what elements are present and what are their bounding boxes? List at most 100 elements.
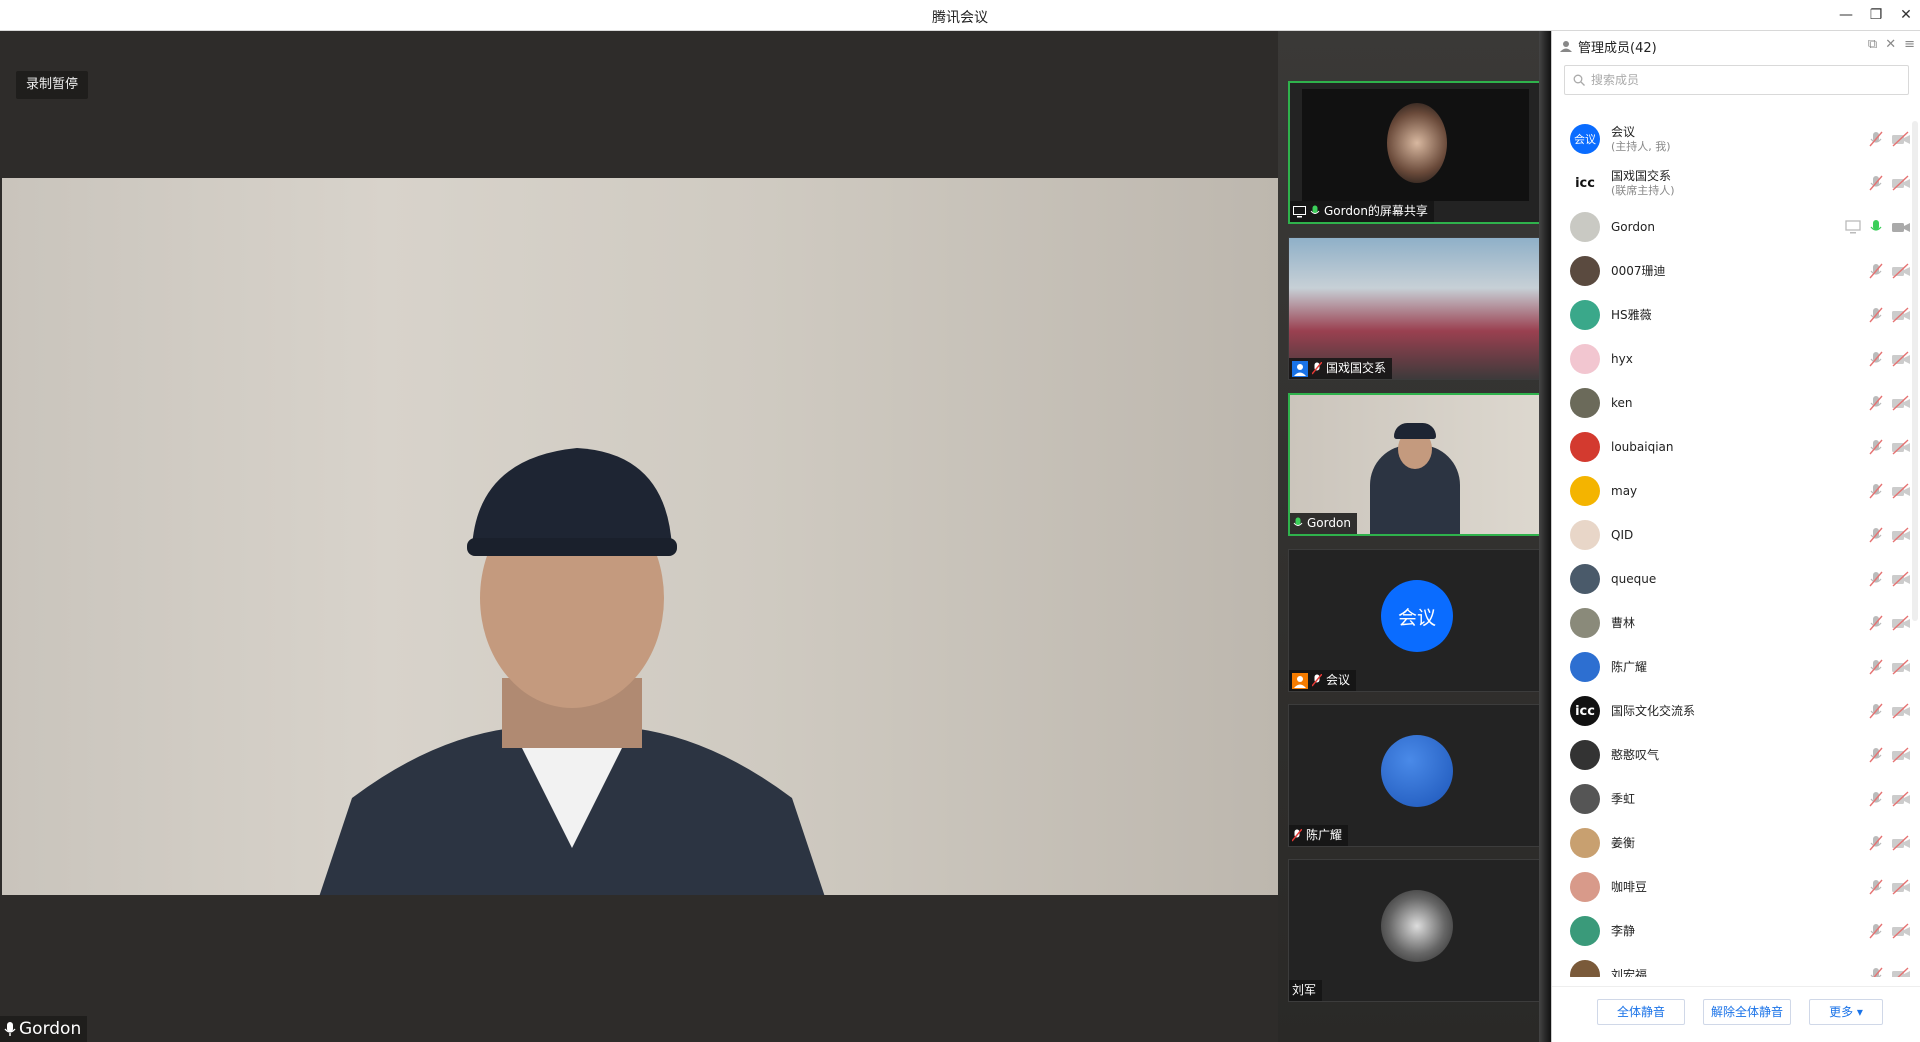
mic-muted-icon[interactable] [1867, 702, 1885, 720]
tile-classroom[interactable]: 国戏国交系 [1288, 237, 1544, 380]
avatar [1381, 890, 1453, 962]
mic-muted-icon[interactable] [1867, 438, 1885, 456]
mute-all-button[interactable]: 全体静音 [1597, 999, 1685, 1025]
member-row[interactable]: icc 国戏国交系 (联席主持人) [1552, 161, 1920, 205]
mic-muted-icon[interactable] [1867, 966, 1885, 977]
avatar [1570, 608, 1600, 638]
member-row[interactable]: loubaiqian [1552, 425, 1920, 469]
popout-icon[interactable]: ⧉ [1868, 37, 1877, 52]
member-name: 会议 [1611, 124, 1636, 139]
search-input[interactable] [1591, 73, 1891, 87]
restore-icon[interactable]: ❐ [1862, 4, 1890, 26]
avatar [1570, 300, 1600, 330]
mic-muted-icon[interactable] [1867, 922, 1885, 940]
mic-muted-icon[interactable] [1867, 130, 1885, 148]
member-row[interactable]: HS雅薇 [1552, 293, 1920, 337]
mic-muted-icon[interactable] [1867, 394, 1885, 412]
close-panel-icon[interactable]: ✕ [1885, 37, 1896, 52]
member-row[interactable]: 姜衡 [1552, 821, 1920, 865]
user-icon [1292, 360, 1308, 377]
mic-icon [4, 1022, 16, 1036]
member-row[interactable]: 曹林 [1552, 601, 1920, 645]
mic-muted-icon[interactable] [1867, 526, 1885, 544]
member-row[interactable]: 憨憨叹气 [1552, 733, 1920, 777]
camera-off-icon[interactable] [1891, 922, 1911, 940]
camera-off-icon[interactable] [1891, 130, 1911, 148]
camera-off-icon[interactable] [1891, 702, 1911, 720]
tile-label: 会议 [1289, 670, 1357, 691]
member-row[interactable]: 会议 会议 (主持人, 我) [1552, 117, 1920, 161]
member-search[interactable] [1564, 65, 1909, 95]
member-row[interactable]: 陈广耀 [1552, 645, 1920, 689]
camera-off-icon[interactable] [1891, 878, 1911, 896]
camera-off-icon[interactable] [1891, 570, 1911, 588]
camera-off-icon[interactable] [1891, 438, 1911, 456]
avatar [1570, 960, 1600, 977]
camera-off-icon[interactable] [1891, 394, 1911, 412]
speaker-name: Gordon [19, 1019, 82, 1039]
camera-off-icon[interactable] [1891, 174, 1911, 192]
mic-muted-icon[interactable] [1867, 482, 1885, 500]
member-name: 刘宏福 [1611, 967, 1648, 978]
camera-off-icon[interactable] [1891, 658, 1911, 676]
camera-off-icon[interactable] [1891, 350, 1911, 368]
mic-muted-icon [1312, 674, 1322, 687]
member-name: may [1611, 483, 1638, 498]
member-row[interactable]: QID [1552, 513, 1920, 557]
member-row[interactable]: hyx [1552, 337, 1920, 381]
camera-off-icon[interactable] [1891, 306, 1911, 324]
mic-muted-icon[interactable] [1867, 570, 1885, 588]
screen-share-preview [1302, 89, 1529, 201]
camera-off-icon[interactable] [1891, 614, 1911, 632]
more-button[interactable]: 更多 ▾ [1809, 999, 1883, 1025]
member-name: hyx [1611, 351, 1633, 366]
member-name: QID [1611, 527, 1634, 542]
tile-screen-share[interactable]: Gordon的屏幕共享 [1288, 81, 1544, 224]
member-row[interactable]: may [1552, 469, 1920, 513]
member-row[interactable]: queque [1552, 557, 1920, 601]
member-row[interactable]: 李静 [1552, 909, 1920, 953]
camera-off-icon[interactable] [1891, 834, 1911, 852]
menu-icon[interactable]: ≡ [1904, 37, 1915, 52]
tile-chen[interactable]: 陈广耀 [1288, 704, 1544, 847]
camera-off-icon[interactable] [1891, 966, 1911, 977]
mic-muted-icon[interactable] [1867, 262, 1885, 280]
camera-off-icon[interactable] [1891, 482, 1911, 500]
close-icon[interactable]: ✕ [1892, 4, 1920, 26]
mic-muted-icon[interactable] [1867, 834, 1885, 852]
avatar [1570, 828, 1600, 858]
mic-muted-icon[interactable] [1867, 614, 1885, 632]
camera-off-icon[interactable] [1891, 526, 1911, 544]
recording-status-badge[interactable]: 录制暂停 [16, 71, 89, 99]
member-name: 李静 [1611, 923, 1636, 938]
camera-off-icon[interactable] [1891, 790, 1911, 808]
member-name: 季虹 [1611, 791, 1636, 806]
member-role: (联席主持人) [1611, 183, 1675, 197]
host-icon [1292, 672, 1308, 689]
camera-off-icon[interactable] [1891, 746, 1911, 764]
member-row[interactable]: Gordon [1552, 205, 1920, 249]
member-row[interactable]: ken [1552, 381, 1920, 425]
mic-muted-icon[interactable] [1867, 746, 1885, 764]
mic-muted-icon[interactable] [1867, 790, 1885, 808]
mic-muted-icon[interactable] [1867, 350, 1885, 368]
mic-muted-icon[interactable] [1867, 878, 1885, 896]
mic-icon[interactable] [1867, 218, 1885, 236]
member-row[interactable]: icc 国际文化交流系 [1552, 689, 1920, 733]
screen-share-icon [1293, 205, 1306, 217]
camera-off-icon[interactable] [1891, 262, 1911, 280]
member-row[interactable]: 咖啡豆 [1552, 865, 1920, 909]
mic-muted-icon[interactable] [1867, 174, 1885, 192]
camera-icon[interactable] [1891, 218, 1911, 236]
tile-gordon[interactable]: Gordon [1288, 393, 1544, 536]
member-row[interactable]: 0007珊迪 [1552, 249, 1920, 293]
mic-muted-icon[interactable] [1867, 306, 1885, 324]
scrollbar[interactable] [1912, 121, 1918, 621]
tile-meeting[interactable]: 会议 会议 [1288, 549, 1544, 692]
member-row[interactable]: 季虹 [1552, 777, 1920, 821]
minimize-icon[interactable]: — [1832, 4, 1860, 26]
unmute-all-button[interactable]: 解除全体静音 [1703, 999, 1791, 1025]
mic-muted-icon[interactable] [1867, 658, 1885, 676]
tile-liu[interactable]: 刘军 [1288, 859, 1544, 1002]
member-row[interactable]: 刘宏福 [1552, 953, 1920, 977]
